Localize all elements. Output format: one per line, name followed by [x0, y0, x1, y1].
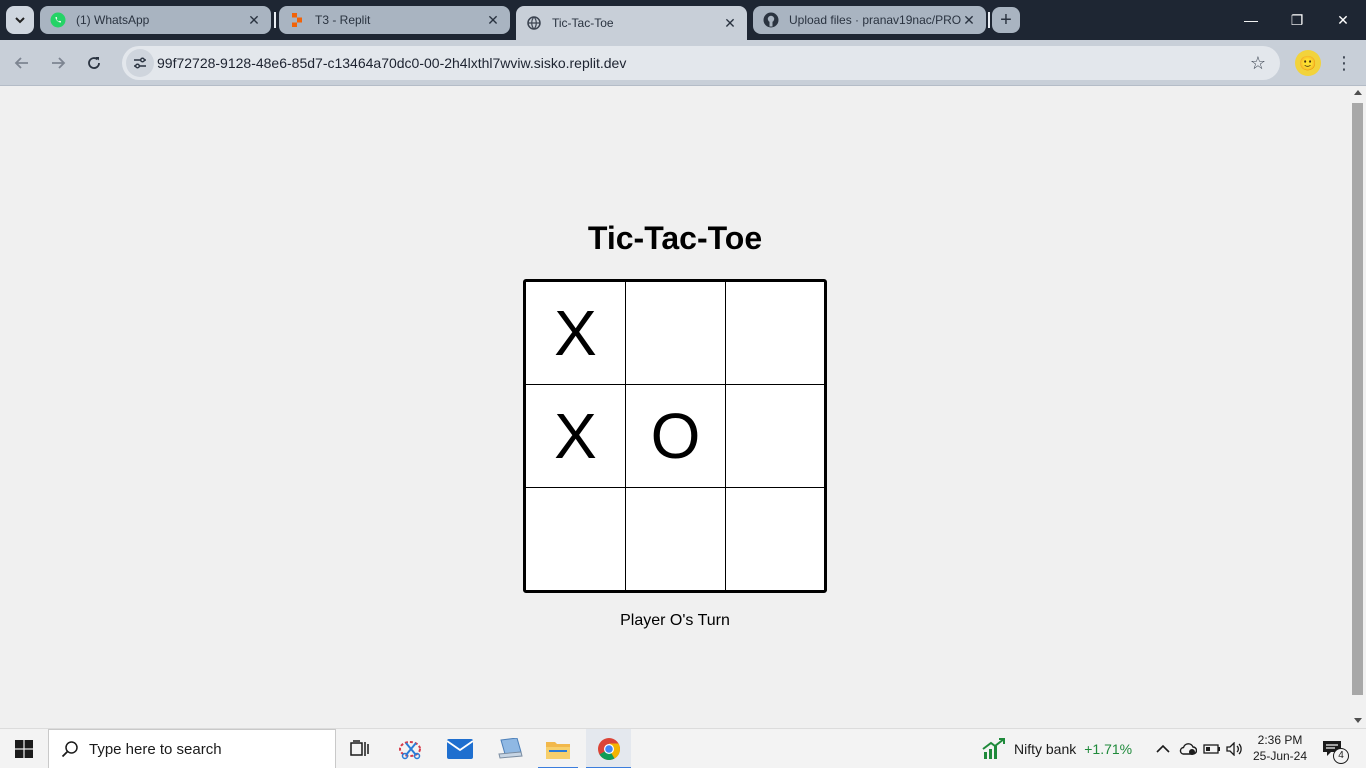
file-explorer-button[interactable] — [538, 729, 578, 768]
tab-whatsapp[interactable]: (1) WhatsApp ✕ — [40, 6, 271, 34]
snipping-tool-icon — [399, 741, 421, 760]
close-icon[interactable]: ✕ — [486, 12, 500, 28]
tab-separator — [274, 12, 276, 28]
browser-tab-strip: (1) WhatsApp ✕ T3 - Replit ✕ Tic-Tac-Toe… — [0, 0, 1366, 40]
notification-count-badge: 4 — [1333, 748, 1349, 764]
close-icon[interactable]: ✕ — [247, 12, 261, 28]
board-cell-8[interactable] — [626, 488, 726, 590]
tab-tic-tac-toe[interactable]: Tic-Tac-Toe ✕ — [516, 6, 747, 40]
page-title: Tic-Tac-Toe — [587, 220, 763, 256]
page-scrollbar[interactable] — [1350, 87, 1366, 728]
tab-github-upload[interactable]: Upload files · pranav19nac/PRO ✕ — [753, 6, 986, 34]
board-cell-2[interactable] — [626, 282, 726, 385]
tab-separator — [988, 12, 990, 28]
cloud-sync-icon — [1179, 743, 1197, 755]
task-view-button[interactable] — [340, 729, 380, 768]
profile-avatar[interactable]: 🙂 — [1295, 50, 1321, 76]
reload-button[interactable] — [80, 49, 108, 77]
plus-icon: + — [1000, 8, 1012, 31]
task-view-icon — [350, 740, 369, 756]
board-cell-6[interactable] — [726, 385, 824, 488]
mail-button[interactable] — [440, 729, 480, 768]
show-hidden-icons-button[interactable] — [1156, 729, 1170, 768]
close-icon[interactable]: ✕ — [723, 15, 737, 31]
board-cell-5[interactable]: O — [626, 385, 726, 488]
github-icon — [763, 12, 779, 28]
chevron-up-icon — [1156, 744, 1170, 753]
board-cell-7[interactable] — [526, 488, 626, 590]
tab-title: Tic-Tac-Toe — [552, 16, 614, 30]
minimize-button[interactable]: — — [1228, 0, 1274, 40]
browser-toolbar: 99f72728-9128-48e6-85d7-c13464a70dc0-00-… — [0, 40, 1366, 86]
search-icon — [61, 741, 78, 758]
file-explorer-icon — [546, 742, 570, 759]
stock-chart-icon — [982, 738, 1005, 759]
stock-change: +1.71% — [1084, 741, 1133, 757]
mail-icon — [447, 739, 473, 759]
onedrive-button[interactable] — [1179, 729, 1197, 768]
volume-button[interactable] — [1226, 729, 1244, 768]
chrome-button[interactable] — [586, 729, 631, 768]
tab-search-button[interactable] — [6, 6, 34, 34]
page-content: Tic-Tac-Toe X X O Player O's Turn — [0, 87, 1350, 728]
board-cell-4[interactable]: X — [526, 385, 626, 488]
search-placeholder: Type here to search — [89, 740, 222, 758]
laptop-icon — [498, 738, 523, 759]
whatsapp-icon — [50, 12, 66, 28]
tab-title: T3 - Replit — [315, 13, 371, 27]
back-arrow-icon — [14, 57, 28, 69]
site-settings-icon[interactable] — [126, 49, 154, 77]
tab-title: Upload files · pranav19nac/PRO — [789, 13, 962, 27]
close-window-button[interactable]: ✕ — [1320, 0, 1366, 40]
restore-button[interactable]: ❐ — [1274, 0, 1320, 40]
scroll-down-arrow[interactable] — [1354, 718, 1362, 723]
scroll-up-arrow[interactable] — [1354, 90, 1362, 95]
windows-taskbar: Type here to search Nifty bank +1.71% 2:… — [0, 728, 1366, 768]
tab-title: (1) WhatsApp — [76, 13, 150, 27]
browser-menu-icon[interactable]: ⋮ — [1332, 48, 1356, 78]
reload-icon — [88, 57, 100, 69]
turn-status: Player O's Turn — [620, 612, 730, 629]
stock-name: Nifty bank — [1014, 741, 1077, 757]
board-cell-1[interactable]: X — [526, 282, 626, 385]
windows-logo-icon — [15, 740, 33, 758]
speaker-icon — [1226, 742, 1242, 756]
replit-icon — [289, 12, 305, 28]
back-button[interactable] — [8, 49, 36, 77]
battery-icon — [1203, 744, 1220, 754]
forward-arrow-icon — [52, 57, 66, 69]
clock-time: 2:36 PM — [1257, 733, 1303, 747]
tab-replit[interactable]: T3 - Replit ✕ — [279, 6, 510, 34]
forward-button[interactable] — [44, 49, 72, 77]
snipping-tool-button[interactable] — [391, 729, 431, 768]
scrollbar-thumb[interactable] — [1352, 103, 1363, 695]
chevron-down-icon — [15, 17, 25, 24]
url-text[interactable]: 99f72728-9128-48e6-85d7-c13464a70dc0-00-… — [157, 55, 626, 71]
board-cell-3[interactable] — [726, 282, 824, 385]
chrome-icon — [597, 738, 620, 760]
bookmark-star-icon[interactable]: ☆ — [1248, 53, 1268, 73]
battery-button[interactable] — [1203, 729, 1221, 768]
board-cell-9[interactable] — [726, 488, 824, 590]
taskbar-search[interactable]: Type here to search — [48, 729, 336, 768]
start-button[interactable] — [0, 729, 48, 768]
laptop-app-button[interactable] — [490, 729, 530, 768]
clock-date: 25-Jun-24 — [1252, 749, 1308, 763]
system-clock[interactable]: 2:36 PM 25-Jun-24 — [1248, 732, 1312, 764]
stock-widget[interactable]: Nifty bank +1.71% — [982, 729, 1132, 768]
globe-icon — [526, 15, 542, 31]
notification-center-button[interactable]: 4 — [1322, 729, 1349, 768]
address-bar[interactable]: 99f72728-9128-48e6-85d7-c13464a70dc0-00-… — [122, 46, 1280, 80]
new-tab-button[interactable]: + — [992, 7, 1020, 33]
avatar-icon: 🙂 — [1299, 54, 1317, 71]
close-icon[interactable]: ✕ — [962, 12, 976, 28]
game-board: X X O — [523, 279, 827, 593]
